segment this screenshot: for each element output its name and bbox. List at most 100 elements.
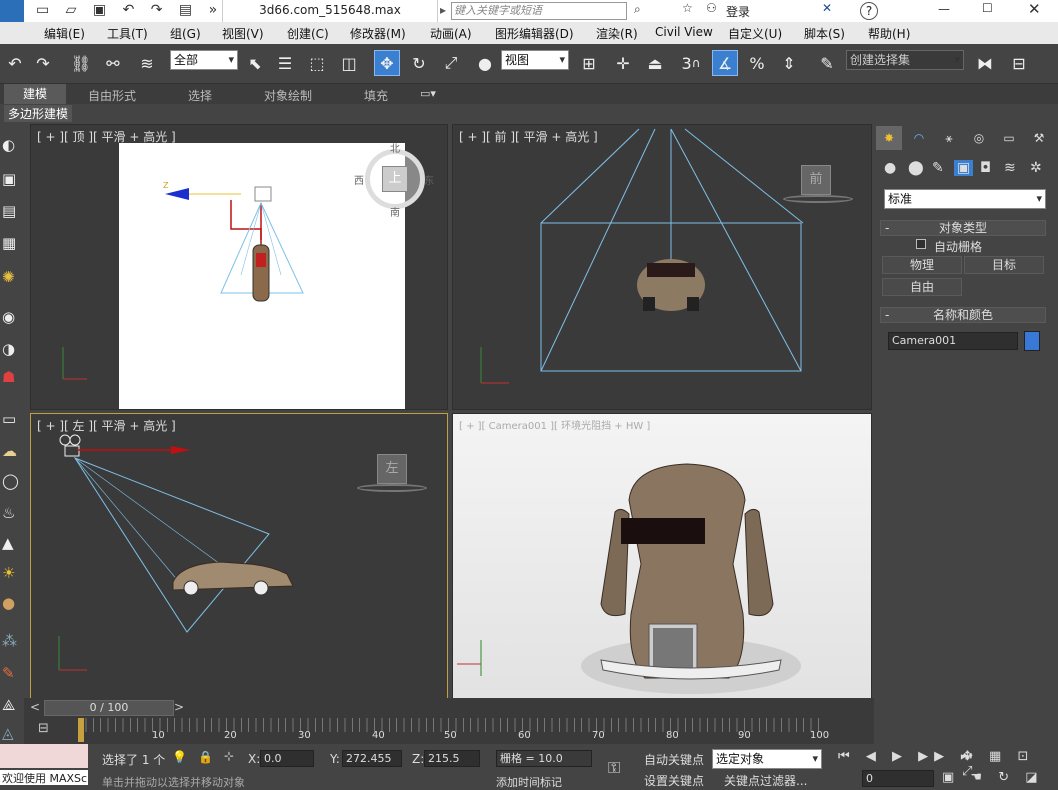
key-icon[interactable]: ⚿: [608, 758, 620, 778]
time-slider-thumb[interactable]: 0 / 100: [44, 700, 174, 716]
quick-access-icons[interactable]: ▭ ▱ ▣ ↶ ↷ ▤ »: [36, 2, 223, 18]
tool-cloud-icon[interactable]: ☁: [2, 442, 17, 460]
display-tab-icon[interactable]: ▭: [996, 126, 1022, 150]
minimize-button[interactable]: —: [938, 2, 950, 16]
maximize-button[interactable]: ☐: [982, 1, 993, 15]
spacewarps-icon[interactable]: ≋: [1004, 160, 1016, 176]
y-coord-field[interactable]: 272.455: [342, 750, 402, 767]
user-icon[interactable]: ⚇: [706, 1, 717, 15]
autodesk-x-icon[interactable]: ✕: [822, 1, 832, 15]
tool-particles-icon[interactable]: ⁂: [2, 632, 17, 650]
menu-edit[interactable]: 编辑(E): [44, 25, 85, 42]
select-object-icon[interactable]: ⬉: [242, 50, 268, 76]
isolate-icon[interactable]: 💡: [172, 750, 187, 764]
modify-tab-icon[interactable]: ◠: [906, 126, 932, 150]
time-slider[interactable]: < 0 / 100 >: [24, 698, 874, 718]
tool-light-icon[interactable]: ✺: [2, 268, 15, 286]
physical-camera-button[interactable]: 物理: [882, 256, 962, 274]
tool-robot-icon[interactable]: ☗: [2, 368, 15, 386]
tool-sphere-icon[interactable]: ◑: [2, 340, 15, 358]
search-input[interactable]: 键入关键字或短语: [451, 2, 627, 20]
rollout-name-color[interactable]: - 名称和颜色: [880, 307, 1046, 323]
keyboard-shortcut-icon[interactable]: ⏏: [642, 50, 668, 76]
percent-snap-icon[interactable]: %: [744, 50, 770, 76]
redo-icon[interactable]: ↷: [30, 50, 56, 76]
scale-icon[interactable]: ⤢: [438, 50, 464, 76]
tool-camera-icon[interactable]: ◉: [2, 308, 15, 326]
menu-customize[interactable]: 自定义(U): [728, 25, 782, 42]
systems-icon[interactable]: ✲: [1030, 160, 1042, 176]
menu-rendering[interactable]: 渲染(R): [596, 25, 638, 42]
mirror-icon[interactable]: ⧓: [972, 50, 998, 76]
pivot-icon[interactable]: ⊞: [576, 50, 602, 76]
tool-teapot-icon[interactable]: ◐: [2, 136, 15, 154]
motion-tab-icon[interactable]: ◎: [966, 126, 992, 150]
set-key-button[interactable]: 设置关键点: [644, 772, 704, 789]
named-selection-dropdown[interactable]: 创建选择集: [846, 50, 964, 70]
menu-help[interactable]: 帮助(H): [868, 25, 910, 42]
spinner-snap-icon[interactable]: ⇕: [776, 50, 802, 76]
ribbon-options-icon[interactable]: ▭▾: [420, 87, 436, 100]
rect-selection-icon[interactable]: ⬚: [304, 50, 330, 76]
close-button[interactable]: ✕: [1028, 0, 1041, 18]
rotate-icon[interactable]: ↻: [406, 50, 432, 76]
placement-icon[interactable]: ●: [472, 50, 498, 76]
add-time-tag[interactable]: 添加时间标记: [496, 774, 562, 790]
target-camera-button[interactable]: 目标: [964, 256, 1044, 274]
tab-populate[interactable]: 填充: [364, 87, 388, 104]
track-bar-icon[interactable]: ⊟: [38, 721, 49, 736]
left-viewcube[interactable]: 左: [377, 454, 407, 484]
abs-mode-icon[interactable]: ⊹: [224, 749, 234, 763]
viewport-camera[interactable]: [ + ][ Camera001 ][ 环境光阻挡 + HW ]: [452, 413, 872, 699]
favorites-icon[interactable]: ☆: [682, 1, 693, 15]
viewport-top[interactable]: [ + ][ 顶 ][ 平滑 + 高光 ] Z 上 北 南 西 东: [30, 124, 448, 410]
menu-modifiers[interactable]: 修改器(M): [350, 25, 406, 42]
viewport-nav-icons-2[interactable]: ▣ ☚ ↻ ◪: [942, 770, 1044, 785]
tool-vase-icon[interactable]: ♨: [2, 504, 15, 522]
selection-filter-dropdown[interactable]: 全部: [170, 50, 238, 70]
x-coord-field[interactable]: 0.0: [260, 750, 314, 767]
menu-civil-view[interactable]: Civil View: [655, 25, 713, 39]
menu-animation[interactable]: 动画(A): [430, 25, 472, 42]
tool-cone-icon[interactable]: ▲: [2, 534, 14, 552]
category-dropdown[interactable]: 标准: [884, 189, 1046, 209]
help-button[interactable]: ?: [860, 2, 878, 20]
window-crossing-icon[interactable]: ◫: [336, 50, 362, 76]
selected-object-dropdown[interactable]: 选定对象: [712, 749, 822, 769]
manipulate-icon[interactable]: ✛: [610, 50, 636, 76]
edit-named-sel-icon[interactable]: ✎: [814, 50, 840, 76]
tool-ball-icon[interactable]: ●: [2, 594, 15, 612]
title-arrow-icon[interactable]: ▸: [440, 3, 446, 17]
snaps-toggle[interactable]: 3 ∩: [678, 50, 704, 76]
time-next-arrow[interactable]: >: [174, 700, 184, 714]
tab-selection[interactable]: 选择: [188, 87, 212, 104]
current-frame-marker[interactable]: [78, 718, 84, 742]
menu-create[interactable]: 创建(C): [287, 25, 329, 42]
tool-pyramid-icon[interactable]: ⟁: [2, 696, 15, 714]
tool-grid-icon[interactable]: ▦: [2, 234, 16, 252]
tool-circle-icon[interactable]: ◯: [2, 472, 19, 490]
menu-tools[interactable]: 工具(T): [107, 25, 148, 42]
menu-scripting[interactable]: 脚本(S): [804, 25, 845, 42]
link-icon[interactable]: ⛓: [68, 50, 94, 76]
bind-space-warp-icon[interactable]: ≋: [134, 50, 160, 76]
cameras-icon[interactable]: ▣: [954, 160, 974, 176]
z-coord-field[interactable]: 215.5: [424, 750, 480, 767]
binoculars-icon[interactable]: ⌕: [634, 2, 641, 17]
free-camera-button[interactable]: 自由: [882, 278, 962, 296]
compass-center[interactable]: 上: [382, 166, 408, 192]
helpers-icon[interactable]: ◘: [980, 160, 991, 176]
object-color-swatch[interactable]: [1024, 331, 1040, 351]
tool-sun-icon[interactable]: ☀: [2, 564, 15, 582]
tool-mesh-icon[interactable]: ◬: [2, 724, 14, 742]
key-filters-button[interactable]: 关键点过滤器...: [724, 772, 807, 789]
maxscript-welcome[interactable]: 欢迎使用 MAXSc: [0, 770, 88, 785]
login-link[interactable]: 登录: [726, 3, 750, 20]
menu-group[interactable]: 组(G): [170, 25, 201, 42]
auto-key-button[interactable]: 自动关键点: [644, 751, 704, 768]
tool-box-icon[interactable]: ▭: [2, 410, 16, 428]
align-icon[interactable]: ⊟: [1006, 50, 1032, 76]
tab-freeform[interactable]: 自由形式: [88, 87, 136, 104]
select-by-name-icon[interactable]: ☰: [272, 50, 298, 76]
maxscript-listener[interactable]: [0, 744, 88, 768]
